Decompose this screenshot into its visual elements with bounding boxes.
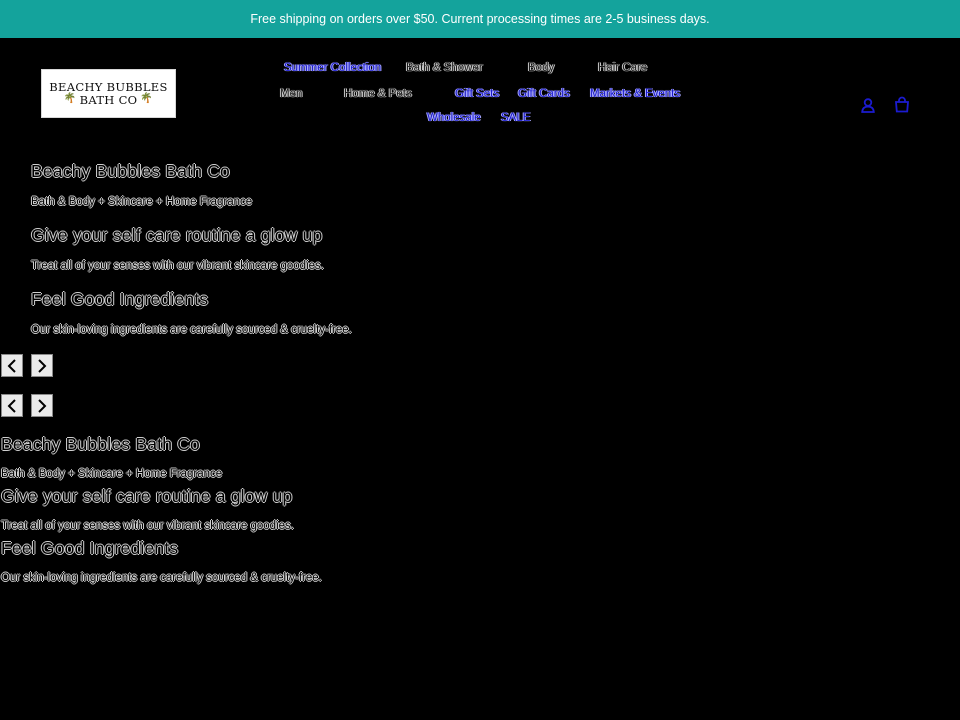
account-icon[interactable] <box>859 96 877 114</box>
palm-tree-icon: 🌴 <box>140 93 154 105</box>
logo-line-2-row: 🌴 BATH CO 🌴 <box>63 92 154 107</box>
nav-summer-collection[interactable]: Summer Collection <box>284 62 381 74</box>
logo-line-2: BATH CO <box>79 92 138 107</box>
slide-2-title: Beachy Bubbles Bath Co <box>1 434 200 454</box>
cart-icon[interactable] <box>893 95 911 113</box>
nav-body[interactable]: Body <box>528 62 554 74</box>
slide-2-heading-2: Give your self care routine a glow up <box>1 486 293 506</box>
announcement-bar: Free shipping on orders over $50. Curren… <box>0 0 960 38</box>
nav-bath-shower[interactable]: Bath & Shower <box>406 62 483 74</box>
chevron-left-icon <box>7 358 16 373</box>
slide-heading-3: Feel Good Ingredients <box>31 289 209 309</box>
chevron-right-icon <box>38 398 47 413</box>
nav-home-pets[interactable]: Home & Pets <box>344 88 412 100</box>
slide-heading-2: Give your self care routine a glow up <box>31 225 323 245</box>
slide-2-text-2: Treat all of your senses with our vibran… <box>1 520 294 532</box>
nav-sale[interactable]: SALE <box>501 112 530 124</box>
slide-next-button[interactable] <box>31 354 53 377</box>
slide-title: Beachy Bubbles Bath Co <box>31 161 230 181</box>
nav-wholesale[interactable]: Wholesale <box>427 112 481 124</box>
announcement-text: Free shipping on orders over $50. Curren… <box>250 12 710 26</box>
slide-2-heading-3: Feel Good Ingredients <box>1 538 179 558</box>
logo-line-1: BEACHY BUBBLES <box>49 80 168 95</box>
logo[interactable]: BEACHY BUBBLES 🌴 BATH CO 🌴 <box>41 69 176 118</box>
slide-2-prev-button[interactable] <box>1 394 23 417</box>
slide-subtitle: Bath & Body + Skincare + Home Fragrance <box>31 196 253 208</box>
slide-2-next-button[interactable] <box>31 394 53 417</box>
slide-2-text-3: Our skin-loving ingredients are carefull… <box>1 572 322 584</box>
chevron-right-icon <box>38 358 47 373</box>
slide-prev-button[interactable] <box>1 354 23 377</box>
chevron-left-icon <box>7 398 16 413</box>
nav-men[interactable]: Men <box>280 88 302 100</box>
nav-gift-sets[interactable]: Gift Sets <box>455 88 499 100</box>
slide-2-subtitle: Bath & Body + Skincare + Home Fragrance <box>1 468 223 480</box>
slide-text-3: Our skin-loving ingredients are carefull… <box>31 324 352 336</box>
slide-text-2: Treat all of your senses with our vibran… <box>31 260 324 272</box>
palm-tree-icon: 🌴 <box>63 93 77 105</box>
nav-hair-care[interactable]: Hair Care <box>598 62 647 74</box>
nav-markets-events[interactable]: Markets & Events <box>590 88 680 100</box>
nav-gift-cards[interactable]: Gift Cards <box>518 88 570 100</box>
